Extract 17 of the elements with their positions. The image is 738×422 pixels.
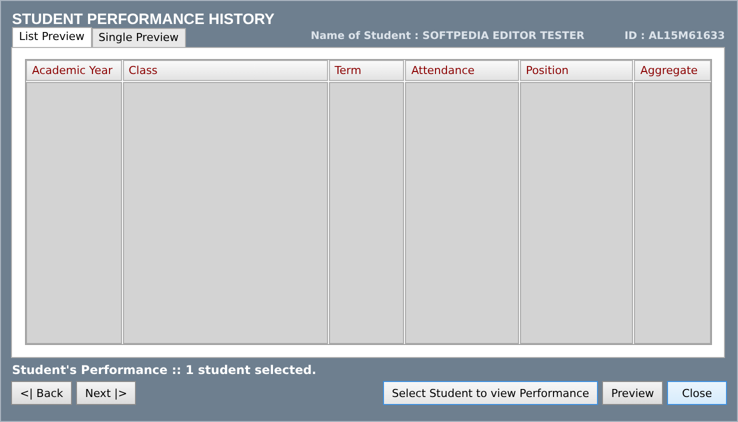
tab[interactable]: Single Preview [92,28,186,47]
action-button[interactable]: Select Student to view Performance [382,381,598,405]
nav-button[interactable]: <| Back [11,381,72,405]
action-button[interactable]: Close [667,381,727,405]
column-header[interactable]: Aggregate [634,60,712,81]
column-header[interactable]: Position [520,60,634,81]
status-text: Student's Performance :: 1 student selected. [11,362,318,379]
column-header[interactable]: Term [328,60,404,81]
tab[interactable]: List Preview [12,27,92,47]
window-title: STUDENT PERFORMANCE HISTORY [11,10,276,28]
action-button[interactable]: Preview [602,381,664,405]
student-id: ID : AL15M61633 [624,30,725,42]
column-header[interactable]: Academic Year [26,60,122,81]
column-header[interactable]: Class [122,60,328,81]
student-name: Name of Student : SOFTPEDIA EDITOR TESTER [310,30,584,42]
nav-button[interactable]: Next |> [76,381,136,405]
column-header[interactable]: Attendance [405,60,519,81]
